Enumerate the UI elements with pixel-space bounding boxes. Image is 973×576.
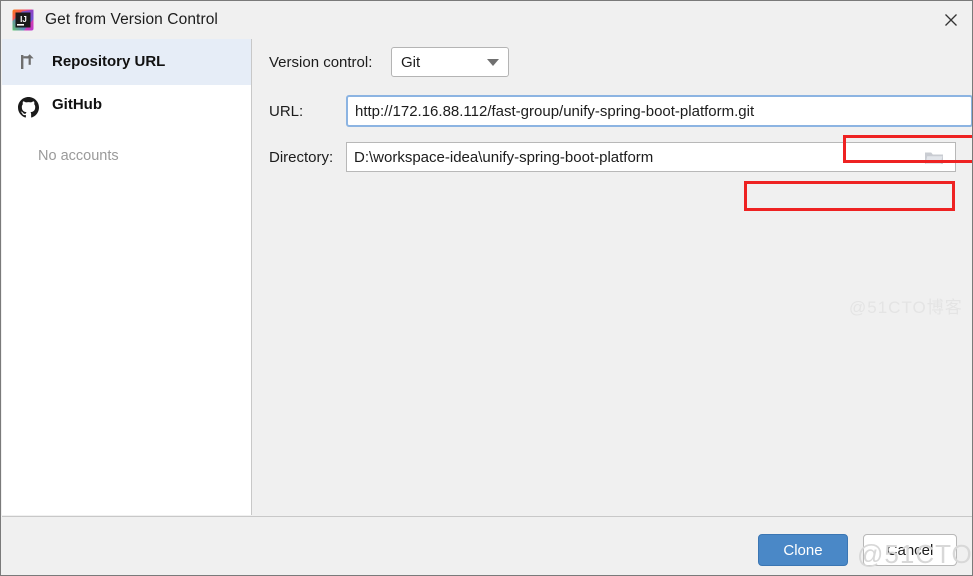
clone-button[interactable]: Clone	[758, 534, 848, 566]
directory-input[interactable]: D:\workspace-idea\unify-spring-boot-plat…	[347, 143, 913, 171]
sidebar-item-repository-url[interactable]: Repository URL	[2, 39, 251, 85]
intellij-idea-icon: IJ	[12, 9, 34, 31]
sidebar-item-sublabel: No accounts	[38, 148, 119, 164]
git-branch-icon	[16, 50, 40, 74]
directory-annotation-box	[744, 181, 955, 211]
directory-field-wrapper: D:\workspace-idea\unify-spring-boot-plat…	[346, 142, 956, 172]
url-input[interactable]: http://172.16.88.112/fast-group/unify-sp…	[346, 95, 972, 127]
get-from-version-control-dialog: IJ Get from Version Control Repository U…	[0, 0, 973, 576]
dialog-footer: Clone Cancel	[2, 516, 972, 575]
chevron-down-icon	[487, 58, 499, 66]
url-label: URL:	[269, 102, 304, 120]
main-panel: Version control: Git URL: http://172.16.…	[253, 39, 972, 515]
directory-row: Directory: D:\workspace-idea\unify-sprin…	[269, 142, 956, 172]
sidebar: Repository URL GitHub No accounts	[2, 39, 252, 515]
window-title: Get from Version Control	[45, 11, 218, 28]
version-control-value: Git	[401, 53, 421, 71]
cancel-button[interactable]: Cancel	[863, 534, 957, 566]
sidebar-item-label: GitHub	[52, 96, 102, 113]
version-control-select[interactable]: Git	[391, 47, 509, 77]
github-icon	[16, 95, 40, 119]
version-control-row: Version control: Git	[269, 47, 509, 77]
svg-text:IJ: IJ	[20, 15, 27, 24]
version-control-label: Version control:	[269, 53, 373, 71]
directory-label: Directory:	[269, 148, 334, 166]
sidebar-item-label: Repository URL	[52, 53, 166, 70]
url-row: URL: http://172.16.88.112/fast-group/uni…	[269, 95, 972, 127]
sidebar-item-github[interactable]: GitHub	[2, 85, 251, 141]
title-bar: IJ Get from Version Control	[1, 1, 972, 39]
close-button[interactable]	[928, 1, 972, 39]
folder-icon[interactable]	[913, 143, 955, 171]
